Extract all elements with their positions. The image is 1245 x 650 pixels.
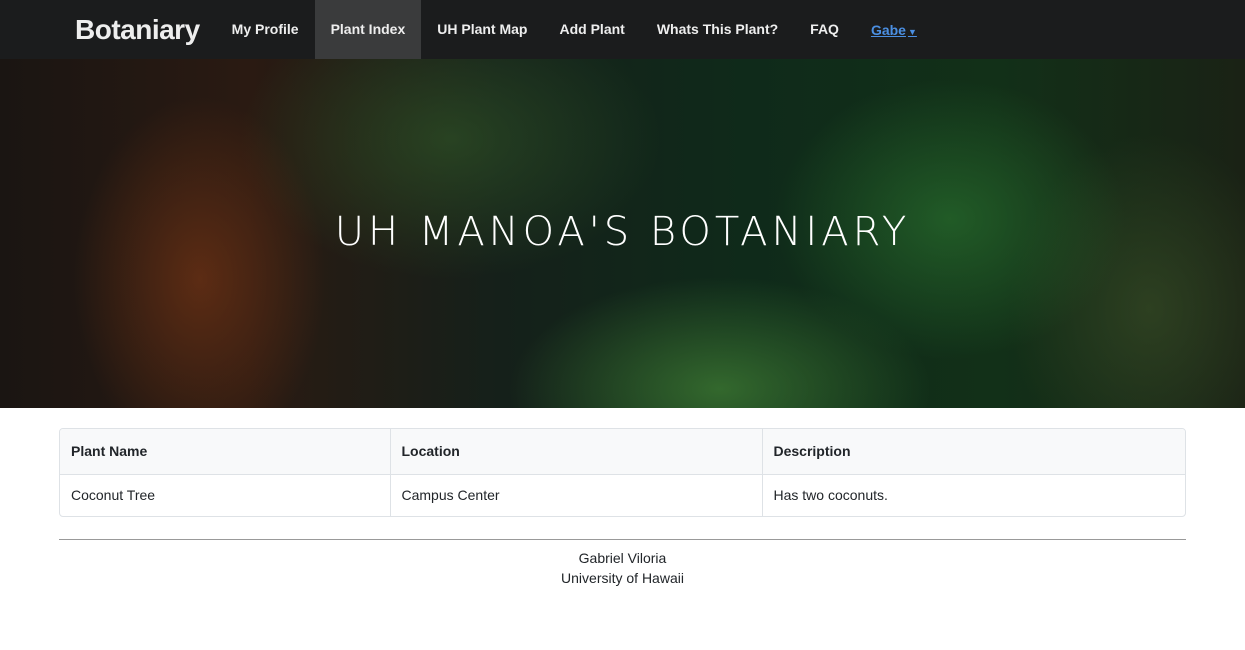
footer-divider xyxy=(59,539,1186,540)
footer-author: Gabriel Viloria xyxy=(578,550,667,566)
nav-uh-plant-map[interactable]: UH Plant Map xyxy=(421,0,543,59)
nav-plant-index[interactable]: Plant Index xyxy=(314,0,422,59)
nav-my-profile[interactable]: My Profile xyxy=(216,0,315,59)
footer: Gabriel Viloria University of Hawaii xyxy=(0,548,1245,588)
user-dropdown[interactable]: Gabe ▼ xyxy=(855,22,933,38)
table-row: Coconut Tree Campus Center Has two cocon… xyxy=(60,474,1185,516)
footer-university: University of Hawaii xyxy=(561,570,684,586)
navbar: Botaniary My Profile Plant Index UH Plan… xyxy=(0,0,1245,59)
cell-plant-name: Coconut Tree xyxy=(60,474,391,516)
nav-faq[interactable]: FAQ xyxy=(794,0,855,59)
hero-title: UH MANOA'S BOTANIARY xyxy=(334,209,911,255)
header-plant-name: Plant Name xyxy=(60,429,391,475)
caret-down-icon: ▼ xyxy=(907,26,917,37)
header-location: Location xyxy=(390,429,763,475)
cell-description: Has two coconuts. xyxy=(773,487,888,504)
nav-add-plant[interactable]: Add Plant xyxy=(543,0,640,59)
plant-table: Plant Name Location Description Coconut … xyxy=(59,428,1186,517)
brand-logo[interactable]: Botaniary xyxy=(75,14,200,46)
nav-whats-this-plant[interactable]: Whats This Plant? xyxy=(641,0,794,59)
cell-location: Campus Center xyxy=(390,474,763,516)
hero-banner: UH MANOA'S BOTANIARY xyxy=(0,59,1245,408)
user-name: Gabe xyxy=(870,21,906,38)
header-description: Description xyxy=(762,429,1185,475)
table-header-row: Plant Name Location Description xyxy=(60,429,1185,475)
